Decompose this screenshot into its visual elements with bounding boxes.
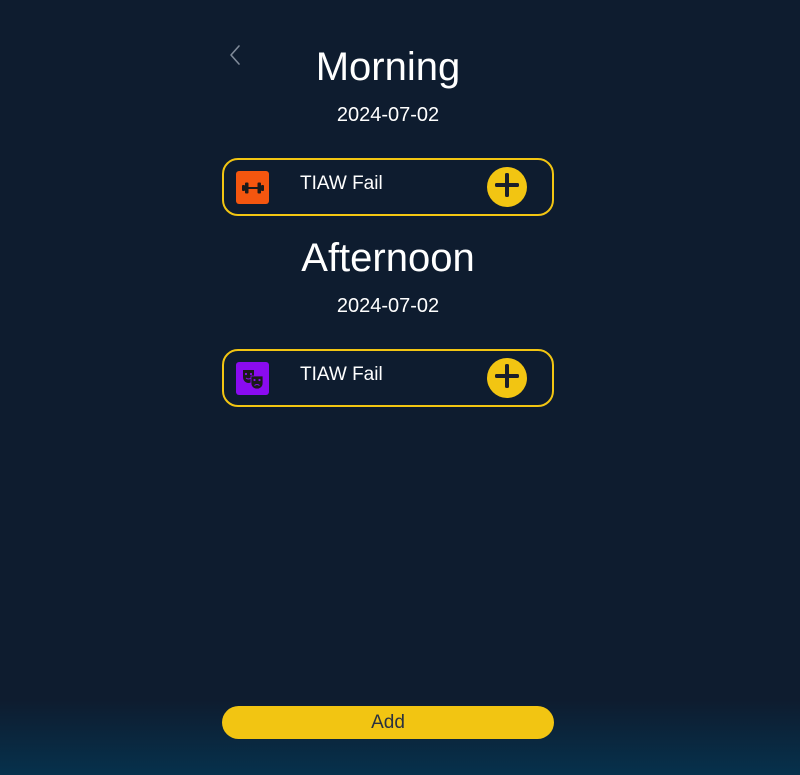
plus-icon (493, 362, 521, 395)
task-label: TIAW Fail (300, 173, 383, 194)
section-date-morning: 2024-07-02 (336, 104, 440, 126)
task-label: TIAW Fail (300, 364, 383, 385)
theater-masks-icon (236, 362, 269, 395)
task-card-afternoon[interactable]: TIAW Fail (222, 349, 554, 407)
section-title-morning: Morning (315, 45, 461, 89)
plus-icon (493, 171, 521, 204)
dumbbell-icon (236, 171, 269, 204)
section-title-afternoon: Afternoon (301, 236, 475, 280)
task-add-button[interactable] (487, 167, 527, 207)
add-button[interactable]: Add (222, 706, 554, 739)
task-card-morning[interactable]: TIAW Fail (222, 158, 554, 216)
section-date-afternoon: 2024-07-02 (336, 295, 440, 317)
task-add-button[interactable] (487, 358, 527, 398)
